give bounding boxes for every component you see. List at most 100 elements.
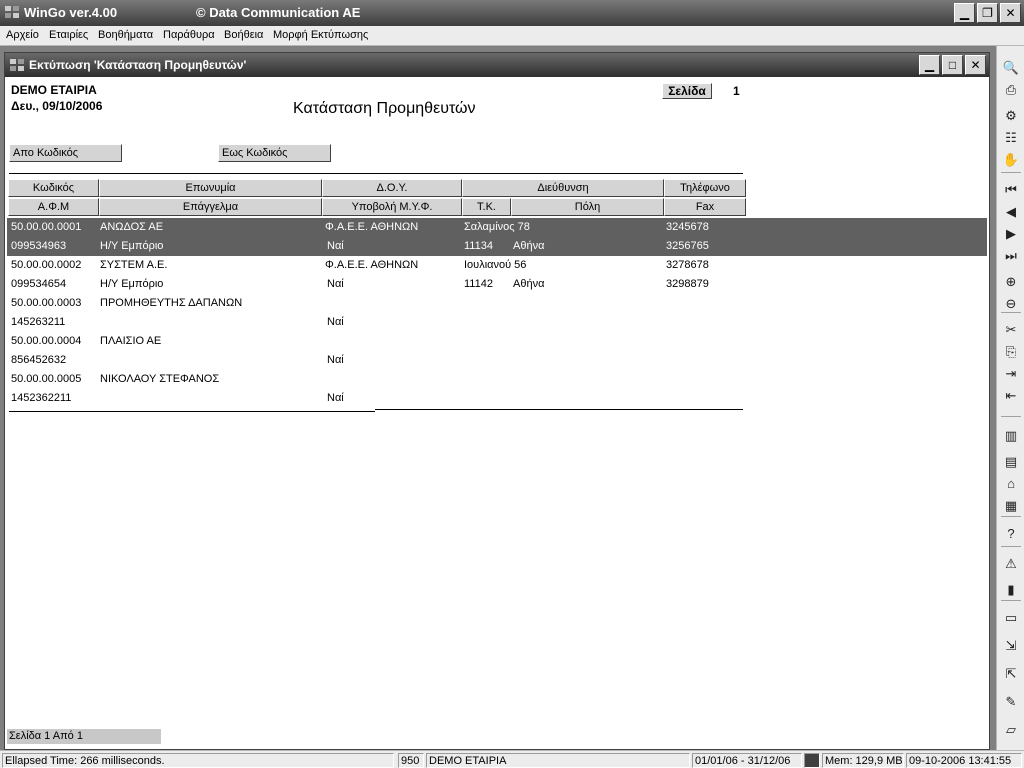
restore-icon: ❐ — [982, 6, 993, 20]
cell-code: 50.00.00.0005 — [11, 373, 82, 385]
report-window: Εκτύπωση 'Κατάσταση Προμηθευτών' ▁ □ ✕ D… — [4, 52, 990, 750]
outdent-icon[interactable]: ⇤ — [1001, 386, 1021, 406]
filter-from-code[interactable]: Απο Κωδικός — [9, 144, 122, 162]
table-end-line-left — [9, 411, 375, 412]
zoom-out-icon[interactable]: ⊖ — [1001, 294, 1021, 314]
menu-windows[interactable]: Παράθυρα — [163, 29, 215, 41]
stop-hand-icon[interactable]: ✋ — [1001, 150, 1021, 170]
printer-setup-icon[interactable]: ⚙ — [1001, 106, 1021, 126]
menu-bar: Αρχείο Εταιρίες Βοηθήματα Παράθυρα Βοήθε… — [0, 26, 1024, 46]
col-header-name[interactable]: Επωνυμία — [99, 179, 322, 197]
col-header-phone[interactable]: Τηλέφωνο — [664, 179, 746, 197]
folder-icon[interactable]: ▱ — [1001, 720, 1021, 740]
page-number: 1 — [733, 84, 740, 98]
app-close-button[interactable]: ✕ — [1000, 3, 1021, 23]
indent-icon[interactable]: ⇥ — [1001, 364, 1021, 384]
cell-vat: 099534654 — [11, 278, 67, 290]
table-row[interactable]: 50.00.00.0003 ΠΡΟΜΗΘΕΥΤΗΣ ΔΑΠΑΝΩΝ — [7, 294, 987, 313]
table-row[interactable]: 50.00.00.0001 ΑΝΩΔΟΣ ΑΕ Φ.Α.Ε.Ε. ΑΘΗΝΩΝ … — [7, 218, 987, 237]
app-title-bar[interactable]: WinGo ver.4.00 © Data Communication AE ▁… — [0, 0, 1024, 26]
prev-page-icon[interactable]: ◀ — [1001, 202, 1021, 222]
cell-name: ΠΡΟΜΗΘΕΥΤΗΣ ΔΑΠΑΝΩΝ — [100, 297, 243, 309]
window-icon[interactable]: ▭ — [1001, 608, 1021, 628]
report-minimize-button[interactable]: ▁ — [919, 55, 940, 75]
edit-icon[interactable]: ✎ — [1001, 692, 1021, 712]
report-title-bar[interactable]: Εκτύπωση 'Κατάσταση Προμηθευτών' ▁ □ ✕ — [5, 53, 989, 77]
cell-name: ΣΥΣΤΕΜ Α.Ε. — [100, 259, 168, 271]
col-header-vat[interactable]: Α.Φ.Μ — [8, 198, 99, 216]
menu-file[interactable]: Αρχείο — [6, 29, 39, 41]
first-page-icon[interactable]: ⏮ — [1001, 180, 1021, 200]
table-end-line-right — [375, 409, 743, 410]
report-maximize-button[interactable]: □ — [942, 55, 963, 75]
page-button[interactable]: Σελίδα — [662, 83, 712, 99]
app-restore-button[interactable]: ❐ — [977, 3, 998, 23]
table-row[interactable]: 099534654 Η/Υ Εμπόριο Ναί 11142 Αθήνα 32… — [7, 275, 987, 294]
status-memory: Mem: 129,9 MB — [822, 753, 904, 768]
cell-phone: 3245678 — [666, 221, 709, 233]
table-row[interactable]: 50.00.00.0004 ΠΛΑΙΣΙΟ ΑΕ — [7, 332, 987, 351]
col-header-address[interactable]: Διεύθυνση — [462, 179, 664, 197]
cell-address: Σαλαμίνος 78 — [464, 221, 530, 233]
cell-code: 50.00.00.0001 — [11, 221, 82, 233]
app-minimize-button[interactable]: ▁ — [954, 3, 975, 23]
table-row[interactable]: 50.00.00.0002 ΣΥΣΤΕΜ Α.Ε. Φ.Α.Ε.Ε. ΑΘΗΝΩ… — [7, 256, 987, 275]
col-header-code[interactable]: Κωδικός — [8, 179, 99, 197]
menu-help[interactable]: Βοήθεια — [224, 29, 263, 41]
copy-icon[interactable]: ⎘ — [1001, 342, 1021, 362]
table-row[interactable]: 145263211 Ναί — [7, 313, 987, 332]
col-header-myf[interactable]: Υποβολή Μ.Υ.Φ. — [322, 198, 462, 216]
cell-city: Αθήνα — [513, 278, 545, 290]
cell-vat: 099534963 — [11, 240, 67, 252]
cell-profession: Η/Υ Εμπόριο — [100, 278, 164, 290]
table-row[interactable]: 1452362211 Ναί — [7, 389, 987, 408]
bank-icon[interactable]: ⌂ — [1001, 474, 1021, 494]
table-row[interactable]: 099534963 Η/Υ Εμπόριο Ναί 11134 Αθήνα 32… — [7, 237, 987, 256]
warning-icon[interactable]: ⚠ — [1001, 554, 1021, 574]
col-header-postcode[interactable]: Τ.Κ. — [462, 198, 511, 216]
menu-tools[interactable]: Βοηθήματα — [98, 29, 153, 41]
app-subtitle: © Data Communication AE — [196, 5, 361, 20]
cell-fax: 3256765 — [666, 240, 709, 252]
chart-icon[interactable]: ▮ — [1001, 580, 1021, 600]
cell-myf: Ναί — [327, 392, 344, 404]
login-icon[interactable]: ⇲ — [1001, 636, 1021, 656]
form-icon[interactable]: ▤ — [1001, 452, 1021, 472]
col-header-profession[interactable]: Επάγγελμα — [99, 198, 322, 216]
status-elapsed: Ellapsed Time: 266 milliseconds. — [2, 753, 394, 768]
zoom-in-icon[interactable]: ⊕ — [1001, 272, 1021, 292]
logout-icon[interactable]: ⇱ — [1001, 664, 1021, 684]
next-page-icon[interactable]: ▶ — [1001, 224, 1021, 244]
status-datetime: 09-10-2006 13:41:55 — [906, 753, 1022, 768]
cell-name: ΝΙΚΟΛΑΟΥ ΣΤΕΦΑΝΟΣ — [100, 373, 220, 385]
preview-zoom-icon[interactable]: 🔍 — [1001, 58, 1021, 78]
menu-companies[interactable]: Εταιρίες — [49, 29, 88, 41]
filter-to-code[interactable]: Εως Κωδικός — [218, 144, 331, 162]
cell-address: Ιουλιανού 56 — [464, 259, 527, 271]
toolbar-separator — [1001, 546, 1021, 547]
status-indicator — [804, 753, 820, 768]
toolbar-separator — [1001, 600, 1021, 601]
help-icon[interactable]: ? — [1001, 524, 1021, 544]
table-row[interactable]: 50.00.00.0005 ΝΙΚΟΛΑΟΥ ΣΤΕΦΑΝΟΣ — [7, 370, 987, 389]
cell-myf: Ναί — [327, 354, 344, 366]
last-page-icon[interactable]: ⏭ — [1001, 246, 1021, 266]
cell-code: 50.00.00.0004 — [11, 335, 82, 347]
tree-icon[interactable]: ☷ — [1001, 128, 1021, 148]
app-logo-icon — [5, 6, 19, 18]
cut-icon[interactable]: ✂ — [1001, 320, 1021, 340]
col-header-tax-office[interactable]: Δ.Ο.Υ. — [322, 179, 462, 197]
toolbar-separator — [1001, 416, 1021, 417]
calculator-icon[interactable]: ▦ — [1001, 496, 1021, 516]
cell-code: 50.00.00.0002 — [11, 259, 82, 271]
cell-name: ΑΝΩΔΟΣ ΑΕ — [100, 221, 164, 233]
col-header-fax[interactable]: Fax — [664, 198, 746, 216]
col-header-city[interactable]: Πόλη — [511, 198, 664, 216]
printer-icon[interactable]: ⎙ — [1001, 80, 1021, 100]
columns-icon[interactable]: ▥ — [1001, 426, 1021, 446]
report-close-button[interactable]: ✕ — [965, 55, 986, 75]
menu-print-format[interactable]: Μορφή Εκτύπωσης — [273, 29, 368, 41]
cell-vat: 145263211 — [11, 316, 66, 328]
table-row[interactable]: 856452632 Ναί — [7, 351, 987, 370]
cell-myf: Ναί — [327, 240, 344, 252]
